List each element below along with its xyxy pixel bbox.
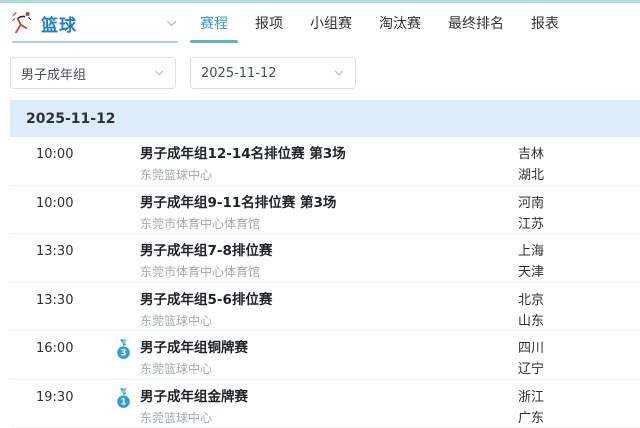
team-top: 上海 [518,242,640,261]
match-venue: 东莞市体育中心体育馆 [140,263,518,282]
team-top: 河南 [518,194,640,213]
chevron-down-icon [165,17,178,30]
tab-label: 报表 [531,13,559,33]
medal-icon: 3 [115,339,132,364]
match-time: 13:30 [36,291,106,331]
basketball-player-logo-icon [10,10,34,36]
team-top: 吉林 [518,145,640,164]
chevron-down-icon [153,67,165,79]
tab-4[interactable]: 最终排名 [438,3,514,43]
match-row[interactable]: 13:30 3 男子成年组7-8排位赛 东莞市体育中心体育馆 上海 天津 [10,234,640,283]
team-top: 北京 [518,291,640,310]
date-header: 2025-11-12 [10,100,640,137]
date-select-value: 2025-11-12 [201,66,277,81]
date-select[interactable]: 2025-11-12 [190,57,356,89]
tab-label: 最终排名 [448,13,504,33]
tab-3[interactable]: 淘汰赛 [369,3,431,43]
svg-text:3: 3 [120,349,126,359]
tab-label: 淘汰赛 [379,13,421,33]
top-bar: 篮球 赛程 报项 小组赛 淘汰赛 最终排名 报表 [0,3,640,43]
svg-text:1: 1 [120,397,126,407]
group-select[interactable]: 男子成年组 [10,57,176,89]
match-title: 男子成年组铜牌赛 [140,339,518,358]
match-title: 男子成年组12-14名排位赛 第3场 [140,145,518,164]
match-row[interactable]: 10:00 3 男子成年组9-11名排位赛 第3场 东莞市体育中心体育馆 河南 … [10,186,640,235]
match-row[interactable]: 13:30 3 男子成年组5-6排位赛 东莞篮球中心 北京 山东 [10,283,640,332]
match-venue: 东莞篮球中心 [140,312,518,331]
match-row[interactable]: 10:00 3 男子成年组12-14名排位赛 第3场 东莞篮球中心 吉林 湖北 [10,137,640,186]
tab-bar: 赛程 报项 小组赛 淘汰赛 最终排名 报表 [190,3,576,43]
schedule-list: 2025-11-12 10:00 3 男子成年组12-14名排位赛 第3场 东莞… [10,100,640,428]
team-bottom: 广东 [518,409,640,428]
match-row[interactable]: 16:00 3 男子成年组铜牌赛 东莞篮球中心 四川 辽宁 [10,331,640,380]
tab-1[interactable]: 报项 [245,3,293,43]
tab-label: 小组赛 [310,13,352,33]
match-time: 10:00 [36,194,106,234]
tab-label: 赛程 [200,13,228,33]
match-title: 男子成年组9-11名排位赛 第3场 [140,194,518,213]
match-venue: 东莞市体育中心体育馆 [140,215,518,234]
match-venue: 东莞篮球中心 [140,360,518,379]
team-bottom: 湖北 [518,166,640,185]
match-title: 男子成年组金牌赛 [140,388,518,407]
tab-2[interactable]: 小组赛 [300,3,362,43]
tab-0[interactable]: 赛程 [190,3,238,43]
match-title: 男子成年组7-8排位赛 [140,242,518,261]
match-time: 19:30 [36,388,106,428]
filter-bar: 男子成年组 2025-11-12 [10,57,640,89]
tab-label: 报项 [255,13,283,33]
app-window: 篮球 赛程 报项 小组赛 淘汰赛 最终排名 报表 男子成年组 2025-11-1… [0,0,640,428]
match-venue: 东莞篮球中心 [140,166,518,185]
match-row[interactable]: 19:30 1 男子成年组金牌赛 东莞篮球中心 浙江 广东 [10,380,640,428]
match-time: 13:30 [36,242,106,282]
team-bottom: 天津 [518,263,640,282]
match-time: 16:00 [36,339,106,379]
tab-5[interactable]: 报表 [521,3,569,43]
sport-name: 篮球 [41,11,77,36]
match-time: 10:00 [36,145,106,185]
team-top: 浙江 [518,388,640,407]
match-title: 男子成年组5-6排位赛 [140,291,518,310]
group-select-value: 男子成年组 [21,64,86,83]
match-venue: 东莞篮球中心 [140,409,518,428]
team-bottom: 山东 [518,312,640,331]
sport-selector-dropdown[interactable]: 篮球 [10,3,178,43]
medal-icon: 1 [115,388,132,413]
team-bottom: 江苏 [518,215,640,234]
team-bottom: 辽宁 [518,360,640,379]
chevron-down-icon [333,67,345,79]
team-top: 四川 [518,339,640,358]
